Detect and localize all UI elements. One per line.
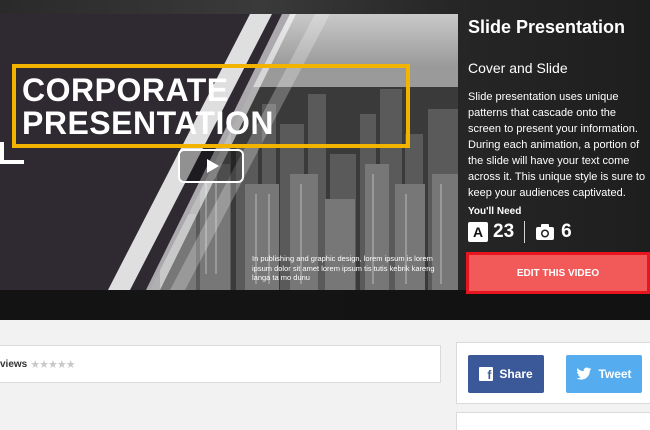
requirements-divider <box>524 221 526 243</box>
facebook-share-button[interactable]: f Share <box>468 355 544 393</box>
twitter-bird-icon <box>576 367 592 380</box>
rating-stars[interactable]: ★★★★★ <box>30 358 75 371</box>
video-thumbnail[interactable]: CORPORATE PRESENTATION In publishing and… <box>0 14 458 290</box>
video-title-line-1: CORPORATE <box>22 72 229 108</box>
share-card: f Share Tweet <box>456 342 650 404</box>
secondary-card <box>456 412 650 430</box>
reviews-bar: views ★★★★★ <box>0 345 441 383</box>
template-title: Slide Presentation <box>468 17 626 37</box>
requirements-row: A 23 6 <box>468 220 572 244</box>
reviews-label[interactable]: views <box>0 359 27 370</box>
camera-icon <box>536 224 555 240</box>
description-line: screen to present your information. <box>468 123 638 135</box>
description-line: across it. This unique style is sure to <box>468 171 646 183</box>
text-count: A 23 <box>468 221 514 243</box>
text-font-icon: A <box>468 222 488 242</box>
facebook-icon: f <box>479 367 494 381</box>
description-line: keep your audiences captivated. <box>468 187 626 199</box>
twitter-tweet-button[interactable]: Tweet <box>566 355 642 393</box>
play-button[interactable] <box>178 149 244 183</box>
video-title-line-2: PRESENTATION <box>22 105 274 141</box>
requirements-label: You'll Need <box>468 206 522 217</box>
image-count-value: 6 <box>561 221 572 242</box>
template-description: Slide presentation uses unique patterns … <box>468 89 650 201</box>
facebook-share-label: Share <box>499 367 533 381</box>
text-count-value: 23 <box>493 221 515 242</box>
template-info-panel: Slide Presentation Cover and Slide Slide… <box>458 0 650 320</box>
twitter-tweet-label: Tweet <box>598 367 632 381</box>
corner-bracket <box>0 142 24 164</box>
play-icon <box>206 159 219 173</box>
video-title: CORPORATE PRESENTATION <box>22 74 274 140</box>
template-subtitle: Cover and Slide <box>468 60 568 76</box>
image-count: 6 <box>535 221 572 243</box>
video-caption: In publishing and graphic design, lorem … <box>252 254 435 282</box>
description-line: During each animation, a portion of <box>468 139 640 151</box>
description-line: the slide will have your text come <box>468 155 630 167</box>
description-line: Slide presentation uses unique <box>468 91 619 103</box>
edit-video-button[interactable]: EDIT THIS VIDEO <box>466 252 650 294</box>
description-line: patterns that cascade onto the <box>468 107 616 119</box>
hero-section: CORPORATE PRESENTATION In publishing and… <box>0 0 650 320</box>
